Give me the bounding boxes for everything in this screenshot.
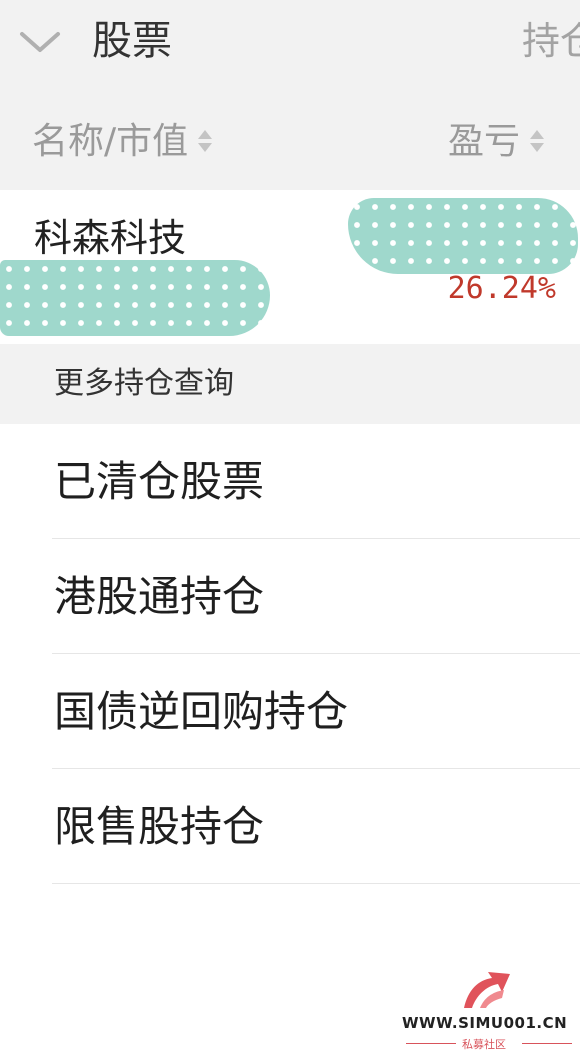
redaction-mask xyxy=(348,198,578,274)
sort-by-profit-loss[interactable]: 盈亏 xyxy=(448,120,546,164)
more-query-bar: 更多持仓查询 xyxy=(0,344,580,424)
menu-item-cleared-stocks[interactable]: 已清仓股票 xyxy=(0,424,580,539)
menu-item-label: 已清仓股票 xyxy=(54,457,265,506)
holdings-tab[interactable]: 持仓 xyxy=(522,18,580,64)
redaction-mask xyxy=(0,260,270,336)
profit-loss-percent: 26.24% xyxy=(447,271,556,306)
sort-updown-icon xyxy=(198,130,213,152)
menu-item-label: 港股通持仓 xyxy=(54,572,265,621)
watermark-site: WWW.SIMU001.CN xyxy=(402,1014,568,1032)
divider xyxy=(52,883,580,884)
sort-updown-icon xyxy=(530,130,545,152)
holding-query-menu: 已清仓股票 港股通持仓 国债逆回购持仓 限售股持仓 xyxy=(0,424,580,884)
chevron-down-icon[interactable] xyxy=(18,30,62,54)
menu-item-label: 限售股持仓 xyxy=(54,802,265,851)
watermark-sub: 私募社区 xyxy=(462,1038,506,1051)
column-headers: 名称/市值 盈亏 xyxy=(0,90,580,190)
more-query-label: 更多持仓查询 xyxy=(54,366,234,401)
sort-by-name-value[interactable]: 名称/市值 xyxy=(32,120,214,164)
column-name-value-label: 名称/市值 xyxy=(32,121,189,162)
column-profit-loss-label: 盈亏 xyxy=(448,121,521,162)
stocks-section-header[interactable]: 股票 持仓 xyxy=(0,0,580,90)
stock-name: 科森科技 xyxy=(34,216,187,260)
menu-item-restricted-shares[interactable]: 限售股持仓 xyxy=(0,769,580,884)
section-title: 股票 xyxy=(92,18,172,64)
watermark-logo-icon xyxy=(464,972,510,1008)
watermark-line xyxy=(522,1043,572,1044)
holding-row[interactable]: 科森科技 26.24% xyxy=(0,190,580,344)
menu-item-reverse-repo[interactable]: 国债逆回购持仓 xyxy=(0,654,580,769)
watermark: WWW.SIMU001.CN 私募社区 xyxy=(398,968,580,1054)
menu-item-hk-connect[interactable]: 港股通持仓 xyxy=(0,539,580,654)
menu-item-label: 国债逆回购持仓 xyxy=(54,687,349,736)
watermark-line xyxy=(406,1043,456,1044)
